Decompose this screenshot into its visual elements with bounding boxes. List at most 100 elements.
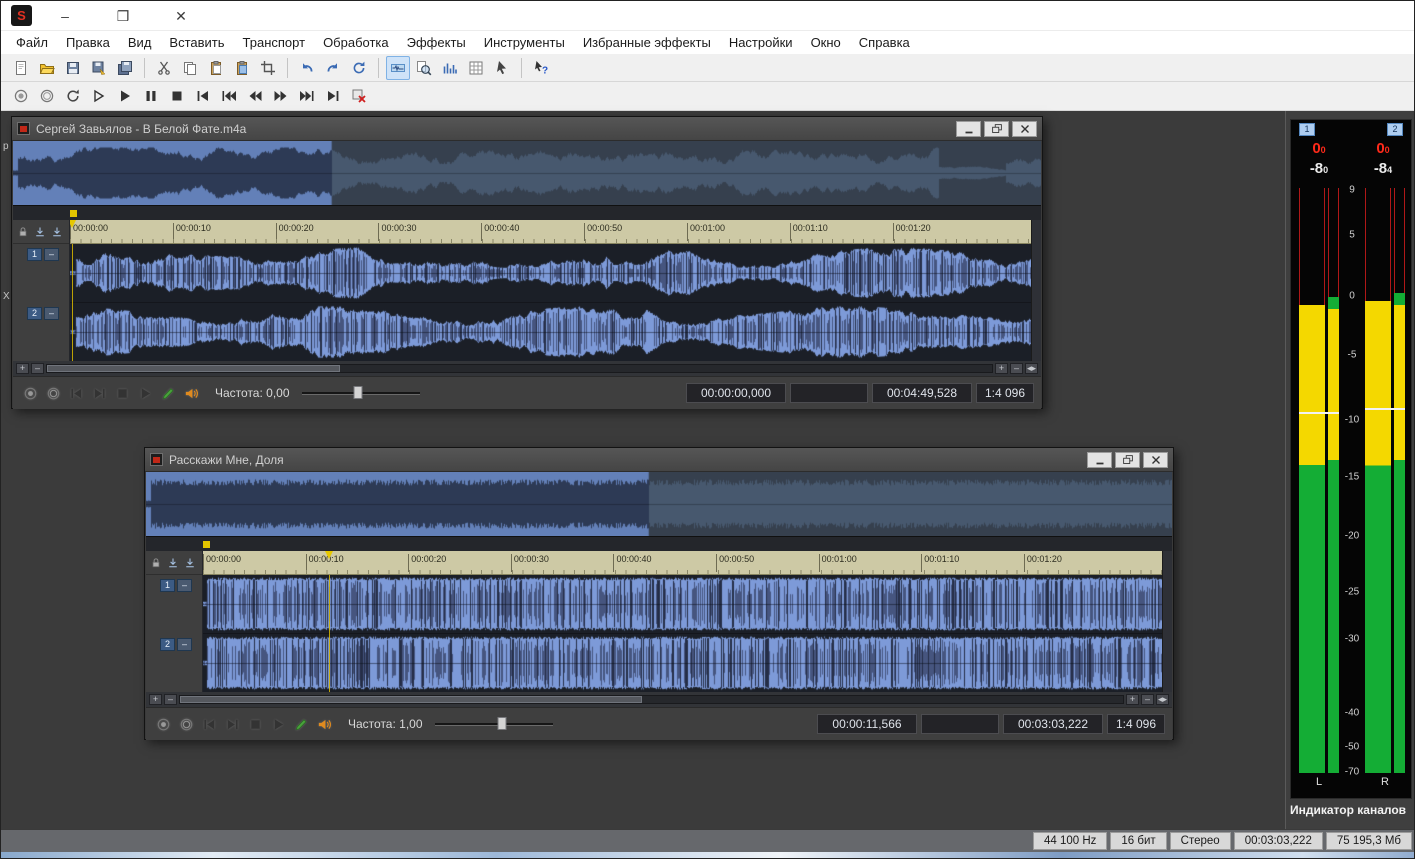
loop-playback-icon[interactable] [61,84,85,108]
rewind-all-icon[interactable] [217,84,241,108]
snapdown-icon[interactable] [49,224,65,240]
overview-waveform[interactable] [146,472,1172,536]
selection-field[interactable] [790,383,868,403]
menu-item[interactable]: Вставить [160,32,233,53]
record-icon[interactable] [20,383,40,403]
maximize-window-button[interactable]: ❒ [98,1,148,31]
meter-tab-2[interactable]: 2 [1387,123,1403,136]
zoom-out-time-button[interactable]: – [1141,694,1154,705]
scroll-thumb[interactable] [47,365,340,372]
zoom-ratio-field[interactable]: 1:4 096 [1107,714,1165,734]
scrub-speaker-icon[interactable] [314,714,334,734]
document-titlebar[interactable]: Расскажи Мне, Доля [145,448,1173,472]
menu-item[interactable]: Справка [850,32,919,53]
snapdown-icon[interactable] [32,224,48,240]
menu-item[interactable]: Настройки [720,32,802,53]
record-icon[interactable] [9,84,33,108]
vertical-zoom-bar[interactable] [1162,551,1172,692]
undo-icon[interactable] [295,56,319,80]
close-window-button[interactable]: ✕ [156,1,206,31]
forward-all-icon[interactable] [295,84,319,108]
go-end-icon[interactable] [321,84,345,108]
doc-restore-button[interactable] [984,120,1009,137]
scroll-track[interactable] [46,364,993,373]
document-titlebar[interactable]: Сергей Завьялов - В Белой Фате.m4a [12,117,1042,141]
help-cursor-icon[interactable]: ? [529,56,553,80]
redo-icon[interactable] [321,56,345,80]
save-icon[interactable] [61,56,85,80]
length-field[interactable]: 00:03:03,222 [1003,714,1103,734]
menu-item[interactable]: Вид [119,32,161,53]
doc-close-button[interactable] [1143,451,1168,468]
loop-region-bar[interactable] [13,205,1041,220]
zoom-fit-button[interactable]: ◂▸ [1156,694,1169,705]
channel-2-waveform[interactable] [70,303,1031,361]
overview-waveform[interactable] [13,141,1041,205]
vertical-zoom-bar[interactable] [1031,220,1041,361]
forward-icon[interactable] [269,84,293,108]
scroll-track[interactable] [179,695,1124,704]
loop-record-icon[interactable] [43,383,63,403]
channel-2-minimize[interactable]: – [177,638,192,651]
horizontal-scrollbar[interactable]: + – + – ◂▸ [146,692,1172,707]
statistics-icon[interactable] [464,56,488,80]
selection-field[interactable] [921,714,999,734]
save-all-icon[interactable] [113,56,137,80]
menu-item[interactable]: Правка [57,32,119,53]
channel-2-button[interactable]: 2 [27,307,42,320]
pencil-icon[interactable] [291,714,311,734]
scrub-speaker-icon[interactable] [181,383,201,403]
paste-mix-icon[interactable] [230,56,254,80]
play-all-icon[interactable] [87,84,111,108]
repeat-icon[interactable] [347,56,371,80]
stop-icon[interactable] [112,383,132,403]
rate-slider[interactable] [434,717,553,731]
go-start-icon[interactable] [66,383,86,403]
menu-item[interactable]: Обработка [314,32,398,53]
channel-1-waveform[interactable] [70,244,1031,302]
channel-1-button[interactable]: 1 [160,579,175,592]
play-icon[interactable] [135,383,155,403]
stop-icon[interactable] [245,714,265,734]
edit-tool-icon[interactable] [386,55,410,80]
horizontal-scrollbar[interactable]: + – + – ◂▸ [13,361,1041,376]
waveform-area[interactable] [203,575,1162,692]
loop-record-icon[interactable] [176,714,196,734]
go-end-icon[interactable] [89,383,109,403]
magnify-icon[interactable] [412,56,436,80]
loop-marker[interactable] [70,210,77,217]
new-icon[interactable] [9,56,33,80]
snapdown-icon[interactable] [165,555,181,571]
menu-item[interactable]: Избранные эффекты [574,32,720,53]
trim-icon[interactable] [256,56,280,80]
zoom-ratio-field[interactable]: 1:4 096 [976,383,1034,403]
cursor-flag[interactable] [70,220,76,228]
spectrum-icon[interactable] [438,56,462,80]
go-start-icon[interactable] [191,84,215,108]
lock-icon[interactable] [148,555,164,571]
menu-item[interactable]: Файл [7,32,57,53]
zoom-in-button[interactable]: + [149,694,162,705]
zoom-in-button[interactable]: + [16,363,29,374]
rate-slider-thumb[interactable] [353,386,363,399]
doc-close-button[interactable] [1012,120,1037,137]
channel-2-button[interactable]: 2 [160,638,175,651]
play-icon[interactable] [113,84,137,108]
menu-item[interactable]: Эффекты [398,32,475,53]
time-ruler[interactable]: 00:00:00 00:00:10 00:00:20 00:00:30 00:00:40… [70,220,1031,244]
record-icon[interactable] [153,714,173,734]
menu-item[interactable]: Инструменты [475,32,574,53]
clip-indicator-right[interactable]: 00 [1357,140,1409,157]
time-ruler[interactable]: 00:00:00 00:00:10 00:00:20 00:00:30 00:00:40… [203,551,1162,575]
zoom-out-button[interactable]: – [31,363,44,374]
doc-minimize-button[interactable] [1087,451,1112,468]
rate-slider-thumb[interactable] [497,717,507,730]
menu-item[interactable]: Окно [802,32,850,53]
loop-marker[interactable] [203,541,210,548]
channel-1-minimize[interactable]: – [44,248,59,261]
zoom-out-button[interactable]: – [164,694,177,705]
channel-1-button[interactable]: 1 [27,248,42,261]
go-start-icon[interactable] [199,714,219,734]
loop-region-bar[interactable] [146,536,1172,551]
stop-icon[interactable] [165,84,189,108]
